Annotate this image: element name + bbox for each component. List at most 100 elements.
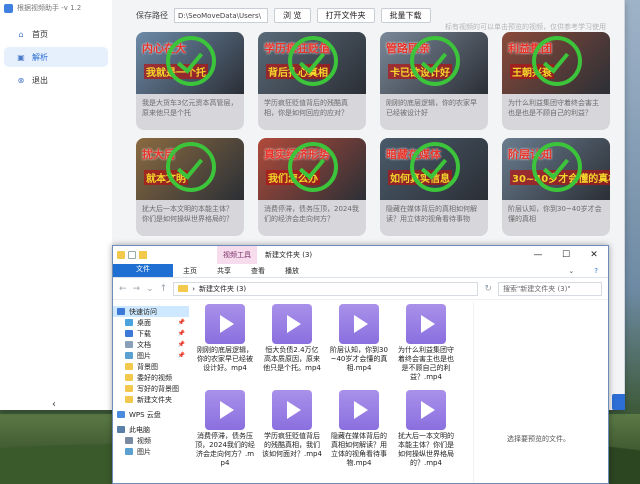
video-file[interactable]: 恒大负债2.4万亿高本质原因，原来他只是个托。mp4 xyxy=(262,302,322,384)
close-button[interactable]: ✕ xyxy=(580,246,608,264)
nav-folder-icon xyxy=(125,396,133,403)
sidebar-item-1[interactable]: ▣ 解析 xyxy=(4,47,108,67)
tab-home[interactable]: 主页 xyxy=(173,264,207,277)
selected-check-icon[interactable] xyxy=(288,36,338,86)
video-file-icon xyxy=(337,388,379,430)
selected-check-icon[interactable] xyxy=(532,36,582,86)
nav-item[interactable]: 桌面 📌 xyxy=(113,317,189,328)
nav-folder-icon xyxy=(117,308,125,315)
video-thumbnail[interactable]: 利益集团 王朝兴衰 xyxy=(502,32,610,94)
nav-item[interactable]: 新建文件夹 xyxy=(113,394,189,405)
video-file-icon xyxy=(404,388,446,430)
video-card[interactable]: 内心在大 我就是一个托 我是大货车3亿元资本高管层，原来他只是个托 xyxy=(136,32,244,130)
app-title: 根据视频助手 -v 1.2 xyxy=(17,4,82,12)
app-logo-icon xyxy=(4,3,13,13)
nav-item[interactable]: 下载 📌 xyxy=(113,328,189,339)
address-bar[interactable]: › 新建文件夹 (3) xyxy=(173,281,479,296)
video-file[interactable]: 为什么利益集团守着终会害主也是也是不顾自己的利益？.mp4 xyxy=(396,302,456,384)
context-tab-video-tools[interactable]: 视频工具 xyxy=(217,246,257,264)
video-file[interactable]: 隐藏在媒体背后的真相如何解读？用立体的视角看待事物.mp4 xyxy=(329,388,389,470)
video-thumbnail[interactable]: 内心在大 我就是一个托 xyxy=(136,32,244,94)
nav-item-label: 背景图 xyxy=(137,362,158,371)
browse-button[interactable]: 浏 览 xyxy=(274,8,311,23)
selected-check-icon[interactable] xyxy=(410,36,460,86)
video-file[interactable]: 刚刚的底层逻辑，你的农家早已经被设计好。mp4 xyxy=(195,302,255,384)
help-icon[interactable]: ? xyxy=(584,264,608,277)
properties-icon[interactable] xyxy=(128,251,136,259)
selected-check-icon[interactable] xyxy=(166,36,216,86)
selected-check-icon[interactable] xyxy=(166,142,216,192)
video-file[interactable]: 消费停滞，债务压顶，2024我们的经济会走向何方？.mp4 xyxy=(195,388,255,470)
video-thumbnail[interactable]: 扰大后 就本文明 xyxy=(136,138,244,200)
tab-play[interactable]: 播放 xyxy=(275,264,309,277)
save-path-input[interactable]: D:\SeoMoveData\Users\ xyxy=(174,8,268,23)
nav-folder-icon xyxy=(125,352,133,359)
video-card[interactable]: 真实经济形势 我们怎么办 消费停滞，债务压顶，2024我们的经济会走向何方？ xyxy=(258,138,366,236)
video-card[interactable]: 利益集团 王朝兴衰 为什么利益集团守着终会害主也是也是不顾自己的利益？ xyxy=(502,32,610,130)
nav-item[interactable]: 图片 xyxy=(113,446,189,457)
open-folder-button[interactable]: 打开文件夹 xyxy=(316,8,375,23)
video-card[interactable]: 学历疯狂贬值 背后扎心真相 学历疯狂贬值背后的残酷真相，你是如何回应的应对？ xyxy=(258,32,366,130)
nav-item[interactable]: 快速访问 xyxy=(113,306,189,317)
recent-dropdown-icon[interactable]: ⌄ xyxy=(146,284,154,294)
tab-view[interactable]: 查看 xyxy=(241,264,275,277)
selected-check-icon[interactable] xyxy=(532,142,582,192)
tab-file[interactable]: 文件 xyxy=(113,264,173,277)
usage-hint: 标有视频的可以单击预览的视频，仅供参考学习使用 xyxy=(445,23,606,31)
video-file-icon xyxy=(404,302,446,344)
nav-item[interactable]: 写好的背景图 xyxy=(113,383,189,394)
video-file-icon xyxy=(270,388,312,430)
new-folder-icon[interactable] xyxy=(139,251,147,259)
side-action-button[interactable] xyxy=(612,394,625,410)
nav-folder-icon xyxy=(125,363,133,370)
video-caption: 为什么利益集团守着终会害主也是也是不顾自己的利益？ xyxy=(508,99,599,117)
collapse-sidebar-button[interactable]: ‹ xyxy=(52,399,56,410)
maximize-button[interactable]: ☐ xyxy=(552,246,580,264)
nav-folder-icon xyxy=(125,341,133,348)
video-thumbnail[interactable]: 真实经济形势 我们怎么办 xyxy=(258,138,366,200)
ribbon-tabs: 文件 主页 共享 查看 播放 ⌄ ? xyxy=(113,264,608,278)
nav-item[interactable]: 此电脑 xyxy=(113,424,189,435)
batch-download-button[interactable]: 批量下载 xyxy=(380,8,431,23)
nav-item[interactable]: 背景图 xyxy=(113,361,189,372)
nav-item[interactable]: 图片 📌 xyxy=(113,350,189,361)
refresh-icon[interactable]: ↻ xyxy=(484,284,492,294)
folder-icon xyxy=(178,285,189,292)
nav-item[interactable]: 委好的视频 xyxy=(113,372,189,383)
video-card[interactable]: 阶层认知 30~40岁才会懂的真相 阶层认知，你到30~40岁才会懂的真相 xyxy=(502,138,610,236)
video-thumbnail[interactable]: 管路顾亲 卡已欲设计好 xyxy=(380,32,488,94)
nav-item[interactable]: 视频 xyxy=(113,435,189,446)
nav-item-label: 图片 xyxy=(137,351,151,360)
sidebar-item-2[interactable]: ⊗ 退出 xyxy=(4,70,108,90)
sidebar-item-0[interactable]: ⌂ 首页 xyxy=(4,24,108,44)
forward-arrow-icon[interactable]: → xyxy=(133,284,141,294)
minimize-button[interactable]: — xyxy=(524,246,552,264)
back-arrow-icon[interactable]: ← xyxy=(119,284,127,294)
search-input[interactable]: 搜索"新建文件夹 (3)" xyxy=(498,281,602,296)
toolbar: 保存路径 D:\SeoMoveData\Users\ 浏 览 打开文件夹 批量下… xyxy=(136,8,431,23)
home-icon: ⌂ xyxy=(18,29,24,39)
nav-item[interactable]: WPS 云盘 xyxy=(113,409,189,420)
nav-item[interactable]: 文档 📌 xyxy=(113,339,189,350)
video-thumbnail[interactable]: 暗藏在媒体 如何真实信息 xyxy=(380,138,488,200)
tab-share[interactable]: 共享 xyxy=(207,264,241,277)
selected-check-icon[interactable] xyxy=(288,142,338,192)
video-file-icon xyxy=(203,388,245,430)
up-arrow-icon[interactable]: ↑ xyxy=(160,284,168,294)
video-card[interactable]: 管路顾亲 卡已欲设计好 刚刚的底层逻辑，你的农家早已经被设计好 xyxy=(380,32,488,130)
nav-folder-icon xyxy=(125,437,133,444)
parse-icon: ▣ xyxy=(17,52,25,62)
selected-check-icon[interactable] xyxy=(410,142,460,192)
ribbon-collapse-icon[interactable]: ⌄ xyxy=(558,264,584,277)
video-card[interactable]: 暗藏在媒体 如何真实信息 隐藏在媒体背后的真相如何解读？用立体的视角看待事物 xyxy=(380,138,488,236)
file-name: 阶层认知，你到30~40岁才会懂的真相.mp4 xyxy=(330,346,388,372)
video-file[interactable]: 阶层认知，你到30~40岁才会懂的真相.mp4 xyxy=(329,302,389,384)
video-file[interactable]: 学历疯狂贬值背后的残酷真相，我们该如何面对？.mp4 xyxy=(262,388,322,470)
video-file-icon xyxy=(203,302,245,344)
nav-folder-icon xyxy=(125,385,133,392)
video-thumbnail[interactable]: 阶层认知 30~40岁才会懂的真相 xyxy=(502,138,610,200)
video-card[interactable]: 扰大后 就本文明 扰大后一本文明的本能主体？你们是如何操纵世界格局的？ xyxy=(136,138,244,236)
video-thumbnail[interactable]: 学历疯狂贬值 背后扎心真相 xyxy=(258,32,366,94)
video-caption: 学历疯狂贬值背后的残酷真相，你是如何回应的应对？ xyxy=(264,99,348,117)
video-file[interactable]: 扰大后一本文明的本能主体？你们是如何操纵世界格局的？.mp4 xyxy=(396,388,456,470)
